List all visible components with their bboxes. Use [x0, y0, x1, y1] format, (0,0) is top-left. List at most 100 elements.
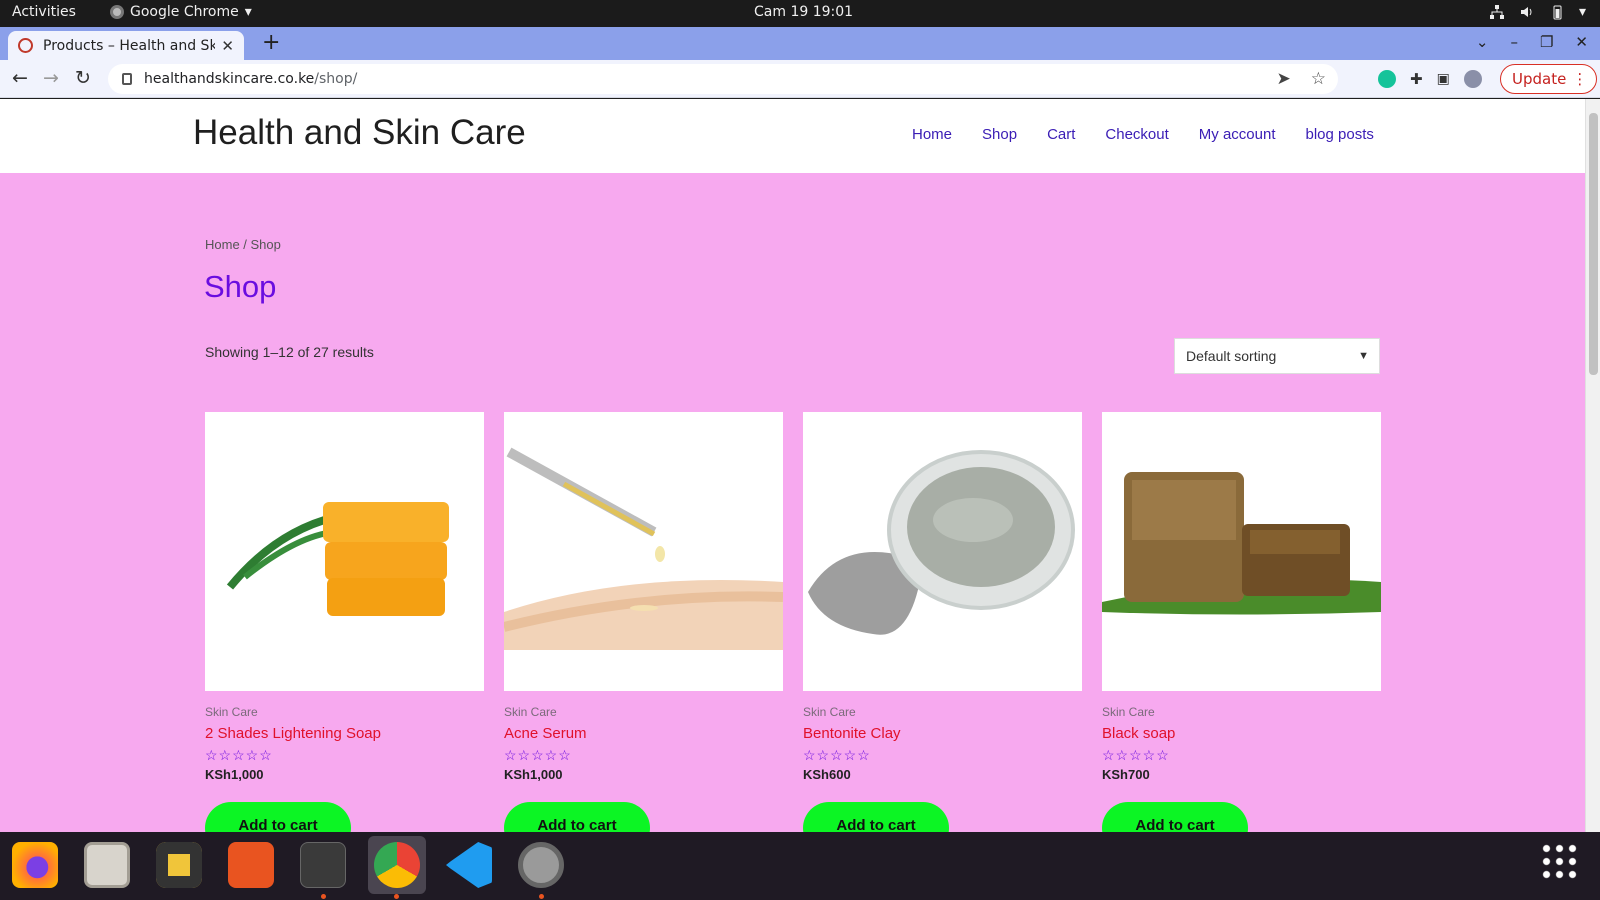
product-image[interactable] [803, 412, 1082, 691]
add-to-cart-button[interactable]: Add to cart [1102, 802, 1248, 832]
kebab-menu-icon[interactable]: ⋮ [1572, 65, 1587, 93]
firefox-icon[interactable] [12, 842, 58, 888]
reload-icon[interactable]: ↻ [75, 67, 91, 89]
sort-dropdown[interactable]: Default sorting ▼ [1174, 338, 1380, 374]
product-name[interactable]: Acne Serum [504, 725, 783, 742]
back-arrow-icon[interactable]: ← [12, 67, 28, 89]
window-controls: ⌄ – ❐ ✕ [1476, 33, 1588, 51]
nav-my-account[interactable]: My account [1199, 126, 1276, 143]
product-category[interactable]: Skin Care [205, 705, 484, 719]
product-card[interactable]: Skin Care Black soap ☆☆☆☆☆ KSh700 Add to… [1102, 412, 1381, 832]
running-indicator [539, 894, 544, 899]
minimize-icon[interactable]: – [1510, 33, 1518, 51]
extensions-area: ✚ ▣ [1378, 70, 1482, 88]
nav-blog-posts[interactable]: blog posts [1305, 126, 1373, 143]
page-title: Shop [204, 269, 277, 304]
network-icon [1489, 5, 1504, 19]
app-menu-label: Google Chrome [130, 4, 239, 20]
site-title[interactable]: Health and Skin Care [193, 113, 526, 153]
address-bar[interactable]: healthandskincare.co.ke/shop/ ➤ ☆ [108, 64, 1338, 94]
volume-icon [1520, 7, 1532, 17]
nav-checkout[interactable]: Checkout [1105, 126, 1168, 143]
update-button[interactable]: Update ⋮ [1500, 64, 1598, 94]
app-menu[interactable]: Google Chrome ▾ [110, 4, 252, 20]
serum-dropper-illustration [504, 447, 783, 650]
lock-icon [122, 73, 132, 85]
forward-arrow-icon[interactable]: → [43, 67, 59, 89]
dock [0, 832, 1600, 900]
battery-icon [1553, 5, 1562, 20]
product-category[interactable]: Skin Care [504, 705, 783, 719]
url-host: healthandskincare.co.ke [144, 71, 315, 87]
caret-down-icon: ▾ [244, 4, 252, 20]
product-price: KSh700 [1102, 767, 1150, 782]
product-card[interactable]: Skin Care Acne Serum ☆☆☆☆☆ KSh1,000 Add … [504, 412, 783, 832]
send-icon[interactable]: ➤ [1277, 69, 1291, 89]
app-grid-icon[interactable] [1540, 842, 1580, 882]
running-indicator [321, 894, 326, 899]
product-image[interactable] [1102, 412, 1381, 691]
tab-search-icon[interactable]: ⌄ [1476, 33, 1489, 51]
product-image[interactable] [205, 412, 484, 691]
breadcrumb[interactable]: Home / Shop [205, 237, 281, 252]
new-tab-button[interactable]: + [262, 30, 280, 55]
puzzle-icon[interactable]: ✚ [1410, 70, 1423, 88]
black-soap-illustration [1102, 472, 1381, 615]
activities-button[interactable]: Activities [12, 4, 76, 20]
tab-strip: Products – Health and Skin Care ✕ [0, 27, 1600, 60]
product-card[interactable]: Skin Care 2 Shades Lightening Soap ☆☆☆☆☆… [205, 412, 484, 832]
rating-stars: ☆☆☆☆☆ [1102, 747, 1170, 763]
add-to-cart-button[interactable]: Add to cart [803, 802, 949, 832]
page-scrollbar[interactable] [1585, 99, 1600, 832]
rating-stars: ☆☆☆☆☆ [803, 747, 871, 763]
product-category[interactable]: Skin Care [803, 705, 1082, 719]
page-viewport: Health and Skin Care Home Shop Cart Chec… [0, 99, 1600, 832]
product-price: KSh1,000 [504, 767, 563, 782]
rhythmbox-icon[interactable] [156, 842, 202, 888]
browser-toolbar: ← → ↻ healthandskincare.co.ke/shop/ ➤ ☆ … [0, 60, 1600, 98]
system-tray[interactable]: ▾ [1489, 4, 1586, 20]
add-to-cart-button[interactable]: Add to cart [504, 802, 650, 832]
chevron-down-icon: ▾ [1578, 4, 1586, 20]
profile-avatar-icon[interactable] [1463, 70, 1482, 88]
chevron-down-icon: ▼ [1358, 350, 1369, 362]
clay-bowl-illustration [808, 450, 1075, 635]
scrollbar-thumb[interactable] [1589, 113, 1598, 375]
product-name[interactable]: 2 Shades Lightening Soap [205, 725, 484, 742]
running-indicator [394, 894, 399, 899]
settings-icon[interactable] [518, 842, 564, 888]
files-icon[interactable] [84, 842, 130, 888]
sort-selected: Default sorting [1186, 348, 1277, 364]
system-top-bar: Activities Google Chrome ▾ Cam 19 19:01 … [0, 0, 1600, 27]
product-image[interactable] [504, 412, 783, 691]
chrome-icon[interactable] [374, 842, 420, 888]
close-tab-icon[interactable]: ✕ [221, 37, 234, 55]
nav-home[interactable]: Home [912, 126, 952, 143]
clock[interactable]: Cam 19 19:01 [754, 4, 853, 20]
software-icon[interactable] [228, 842, 274, 888]
product-card[interactable]: Skin Care Bentonite Clay ☆☆☆☆☆ KSh600 Ad… [803, 412, 1082, 832]
bookmark-star-icon[interactable]: ☆ [1311, 69, 1326, 89]
close-window-icon[interactable]: ✕ [1575, 33, 1588, 51]
rating-stars: ☆☆☆☆☆ [504, 747, 572, 763]
product-name[interactable]: Black soap [1102, 725, 1381, 742]
tab-title: Products – Health and Skin Care [43, 37, 216, 54]
url-path: /shop/ [314, 71, 358, 87]
product-category[interactable]: Skin Care [1102, 705, 1381, 719]
product-name[interactable]: Bentonite Clay [803, 725, 1082, 742]
site-header: Health and Skin Care Home Shop Cart Chec… [0, 99, 1585, 173]
result-count: Showing 1–12 of 27 results [205, 344, 374, 360]
vscode-icon[interactable] [446, 842, 492, 888]
rating-stars: ☆☆☆☆☆ [205, 747, 273, 763]
terminal-icon[interactable] [300, 842, 346, 888]
grammarly-icon[interactable] [1378, 70, 1396, 88]
chrome-small-icon [110, 5, 124, 19]
nav-shop[interactable]: Shop [982, 126, 1017, 143]
side-panel-icon[interactable]: ▣ [1437, 71, 1450, 87]
restore-icon[interactable]: ❐ [1540, 33, 1553, 51]
soap-bar-illustration [226, 502, 449, 616]
update-label: Update [1512, 70, 1567, 88]
nav-cart[interactable]: Cart [1047, 126, 1075, 143]
browser-tab[interactable]: Products – Health and Skin Care ✕ [8, 31, 244, 60]
add-to-cart-button[interactable]: Add to cart [205, 802, 351, 832]
